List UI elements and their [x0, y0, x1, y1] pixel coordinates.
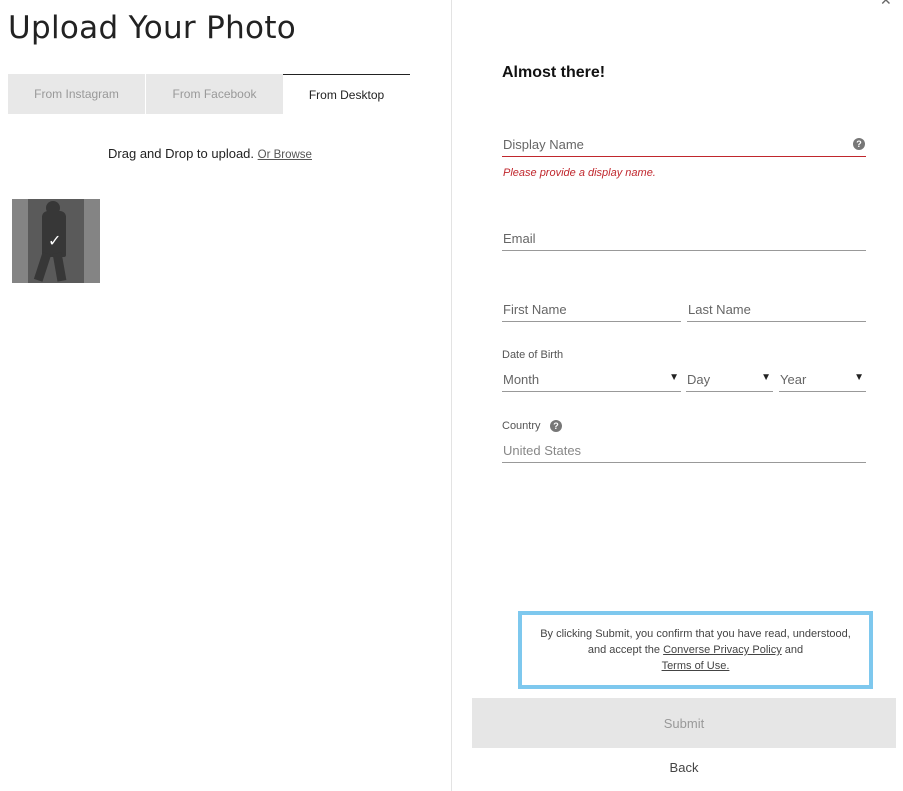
- chevron-down-icon: ▼: [761, 372, 771, 383]
- help-icon[interactable]: ?: [853, 138, 865, 150]
- check-icon: ✓: [48, 231, 61, 251]
- day-select[interactable]: Day ▼: [686, 366, 773, 392]
- email-field[interactable]: Email: [502, 225, 866, 251]
- dob-label: Date of Birth: [502, 349, 563, 361]
- last-name-placeholder: Last Name: [688, 302, 751, 317]
- display-name-placeholder: Display Name: [503, 137, 584, 152]
- drop-instruction: Drag and Drop to upload.: [108, 146, 258, 161]
- consent-text: By clicking Submit, you confirm that you…: [536, 626, 855, 674]
- chevron-down-icon: ▼: [854, 372, 864, 383]
- tab-from-instagram[interactable]: From Instagram: [8, 74, 145, 114]
- panel-divider: [451, 0, 452, 791]
- chevron-down-icon: ▼: [669, 372, 679, 383]
- close-icon[interactable]: ✕: [880, 0, 892, 9]
- year-value: Year: [780, 372, 806, 387]
- help-icon[interactable]: ?: [550, 420, 562, 432]
- month-select[interactable]: Month ▼: [502, 366, 681, 392]
- drop-zone[interactable]: Drag and Drop to upload. Or Browse: [0, 146, 420, 161]
- tab-from-desktop[interactable]: From Desktop: [283, 74, 410, 114]
- display-name-error: Please provide a display name.: [503, 167, 656, 179]
- first-name-field[interactable]: First Name: [502, 296, 681, 322]
- year-select[interactable]: Year ▼: [779, 366, 866, 392]
- consent-text-part: and: [782, 644, 803, 656]
- submit-button[interactable]: Submit: [472, 698, 896, 748]
- country-select[interactable]: United States: [502, 437, 866, 463]
- display-name-field[interactable]: Display Name ?: [502, 131, 866, 157]
- browse-link[interactable]: Or Browse: [258, 149, 312, 161]
- last-name-field[interactable]: Last Name: [687, 296, 866, 322]
- day-value: Day: [687, 372, 710, 387]
- tab-from-facebook[interactable]: From Facebook: [146, 74, 283, 114]
- upload-panel: Upload Your Photo From Instagram From Fa…: [0, 0, 451, 791]
- photo-thumbnail[interactable]: ✓: [12, 199, 100, 283]
- back-link[interactable]: Back: [472, 760, 896, 775]
- country-label: Country: [502, 420, 541, 432]
- email-placeholder: Email: [503, 231, 536, 246]
- first-name-placeholder: First Name: [503, 302, 567, 317]
- privacy-policy-link[interactable]: Converse Privacy Policy: [663, 644, 782, 656]
- terms-of-use-link[interactable]: Terms of Use.: [662, 660, 730, 672]
- upload-source-tabs: From Instagram From Facebook From Deskto…: [8, 74, 410, 114]
- page-title: Upload Your Photo: [8, 10, 296, 46]
- consent-notice: By clicking Submit, you confirm that you…: [518, 611, 873, 689]
- month-value: Month: [503, 372, 539, 387]
- form-title: Almost there!: [502, 64, 605, 82]
- country-value: United States: [503, 443, 581, 458]
